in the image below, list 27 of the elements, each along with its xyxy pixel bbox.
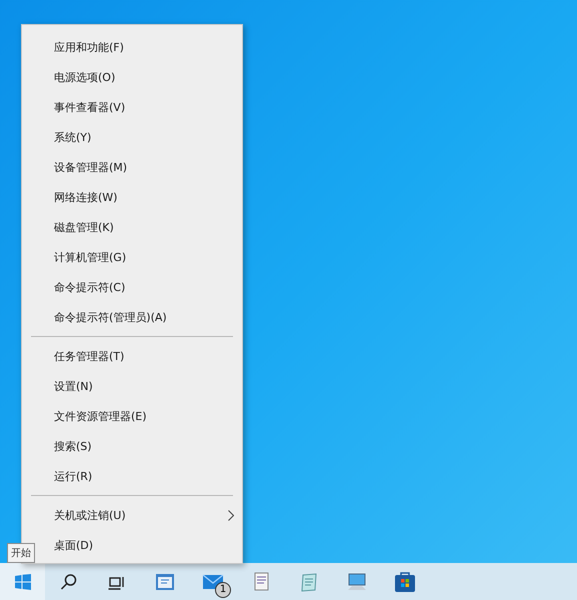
- store-icon: [394, 570, 416, 592]
- document-window-icon: [155, 572, 175, 592]
- menu-item[interactable]: 计算机管理(G): [22, 242, 242, 272]
- computer-icon: [346, 572, 368, 592]
- menu-item[interactable]: 关机或注销(U): [22, 500, 242, 530]
- menu-item[interactable]: 文件资源管理器(E): [22, 401, 242, 431]
- menu-item[interactable]: 网络连接(W): [22, 182, 242, 212]
- menu-item[interactable]: 设置(N): [22, 371, 242, 401]
- chevron-right-icon: [228, 510, 234, 520]
- menu-item[interactable]: 命令提示符(管理员)(A): [22, 302, 242, 332]
- search-icon: [60, 572, 78, 590]
- notepad-icon: [299, 572, 319, 592]
- menu-item[interactable]: 设备管理器(M): [22, 152, 242, 182]
- menu-item[interactable]: 事件查看器(V): [22, 92, 242, 122]
- menu-item[interactable]: 系统(Y): [22, 122, 242, 152]
- menu-item[interactable]: 运行(R): [22, 461, 242, 491]
- windows-icon: [14, 574, 30, 590]
- menu-item[interactable]: 应用和功能(F): [22, 32, 242, 62]
- menu-item[interactable]: 电源选项(O): [22, 62, 242, 92]
- start-tooltip: 开始: [7, 543, 35, 563]
- menu-item[interactable]: 磁盘管理(K): [22, 212, 242, 242]
- taskbar-button[interactable]: 1: [189, 563, 237, 600]
- menu-item[interactable]: 搜索(S): [22, 431, 242, 461]
- document-icon: [252, 572, 270, 592]
- menu-item[interactable]: 任务管理器(T): [22, 341, 242, 371]
- notification-badge: 1: [215, 582, 231, 598]
- menu-item[interactable]: 命令提示符(C): [22, 272, 242, 302]
